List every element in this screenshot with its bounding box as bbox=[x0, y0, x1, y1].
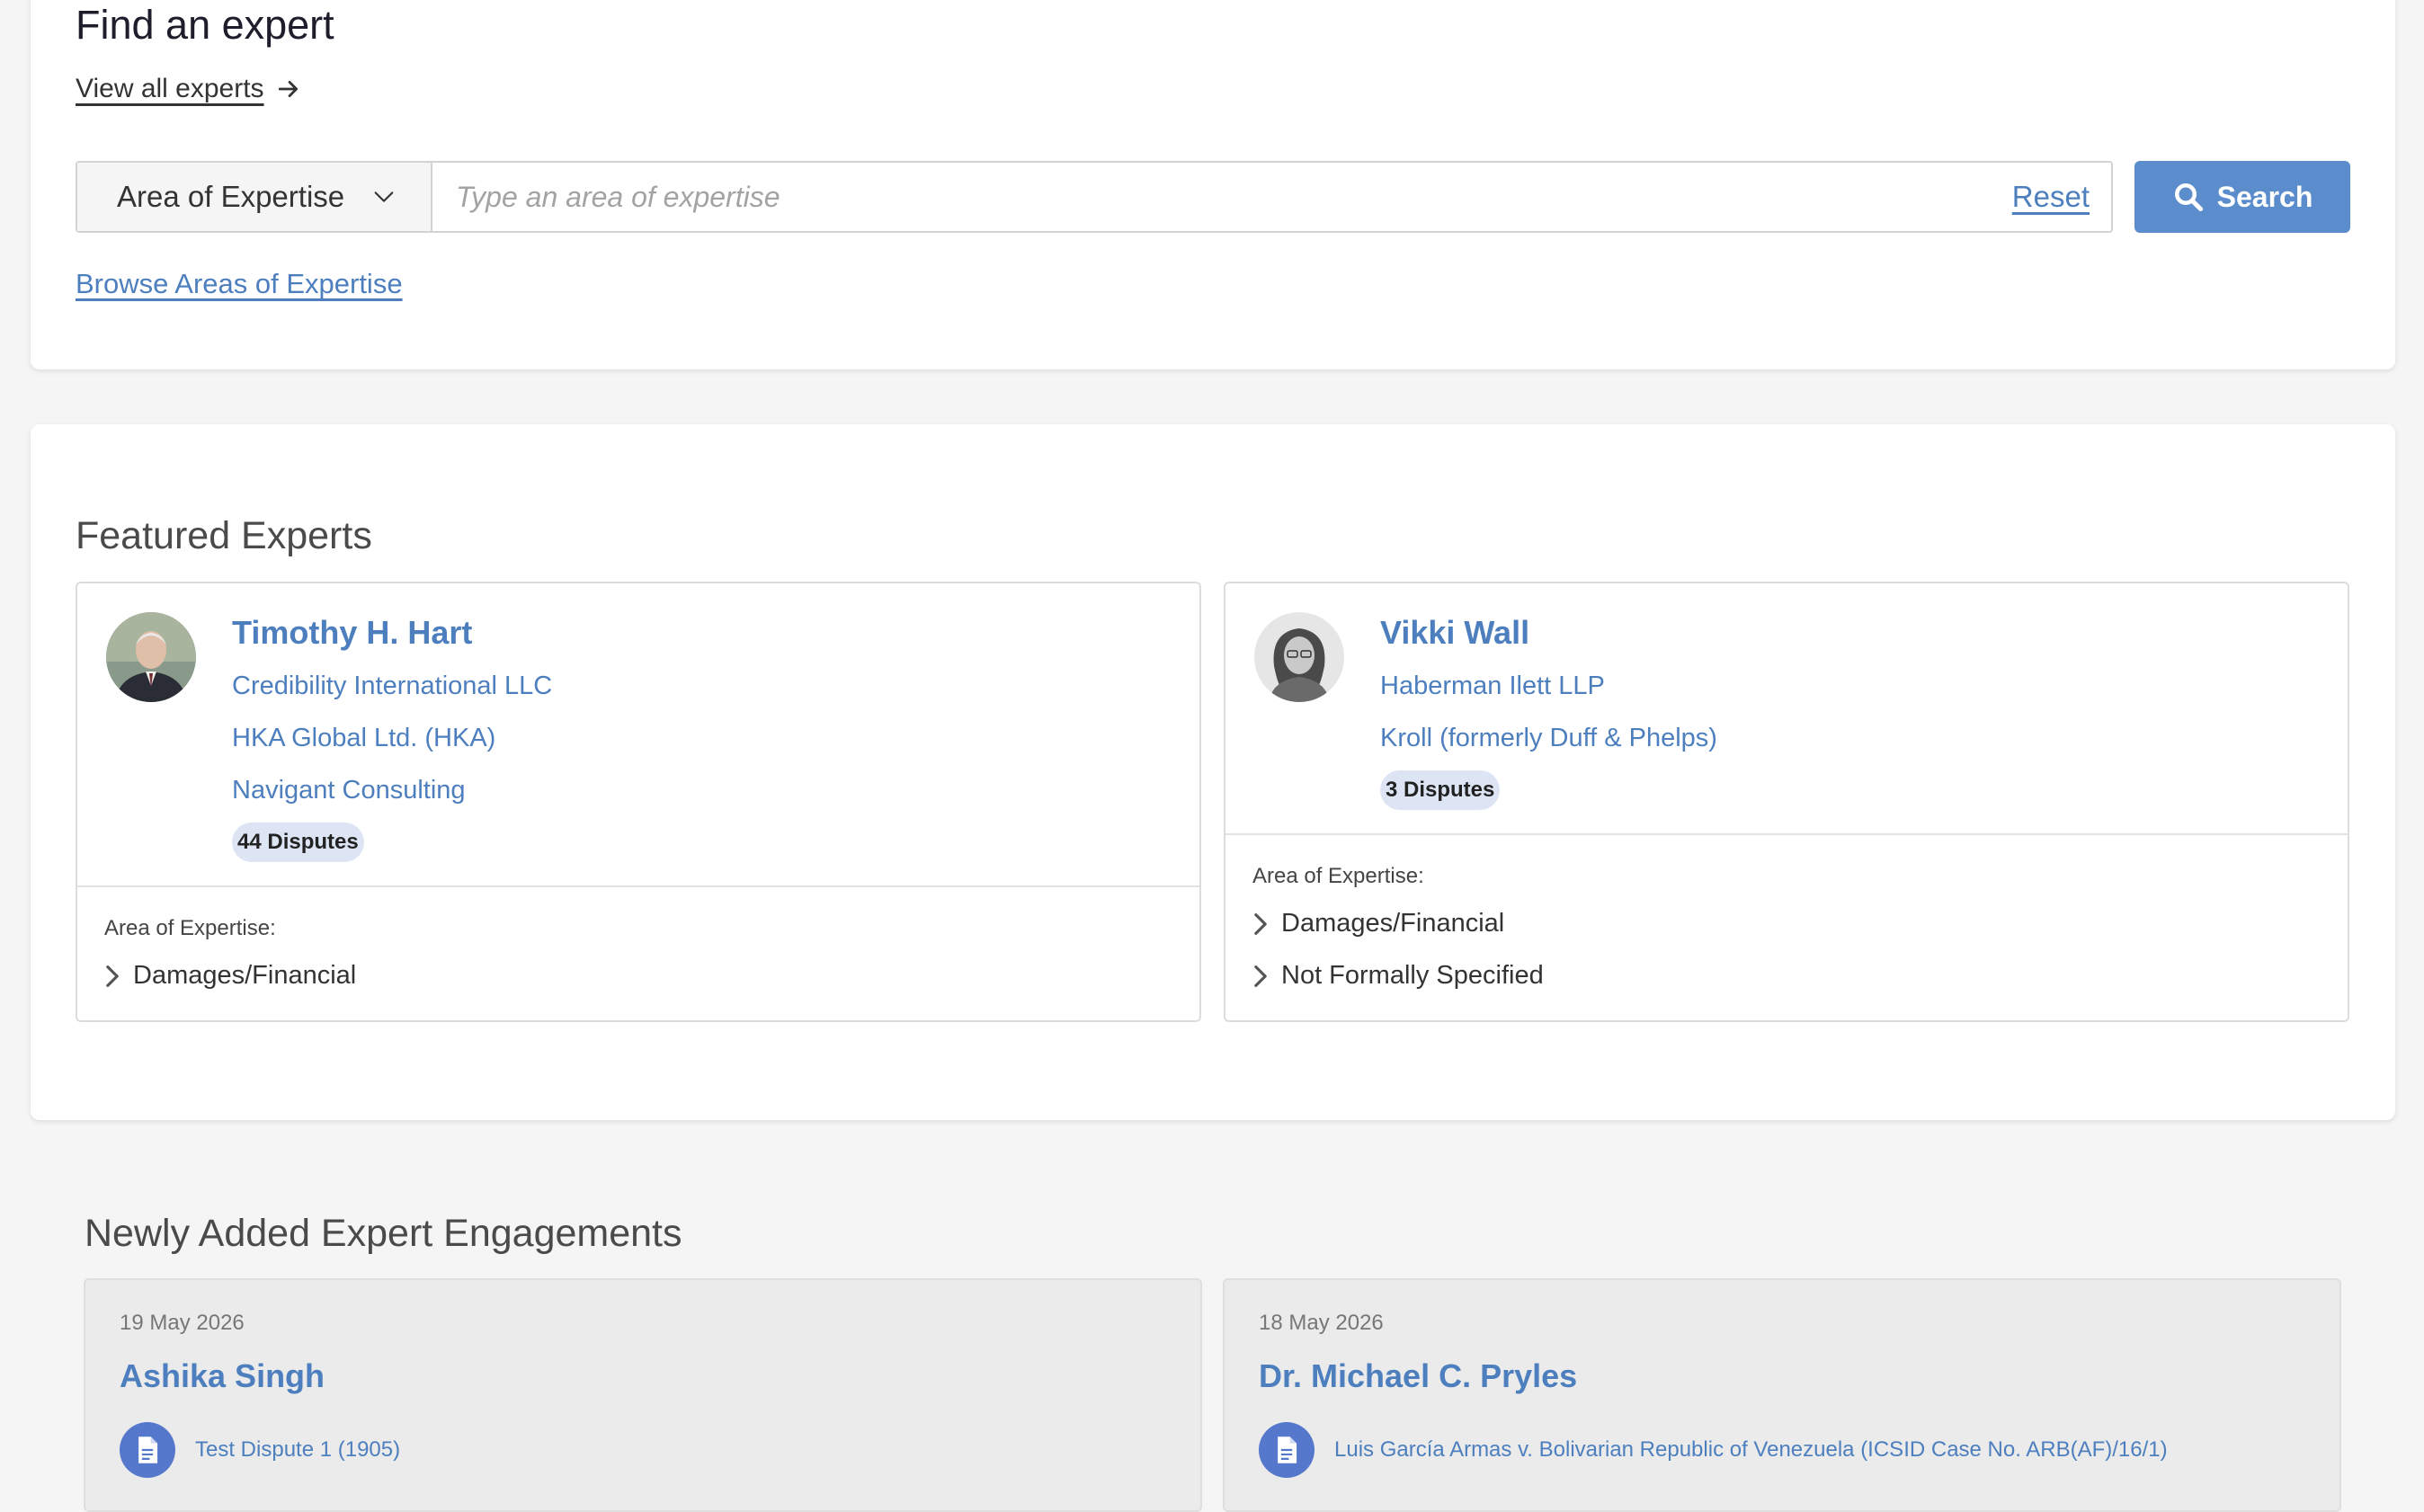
expert-name[interactable]: Timothy H. Hart bbox=[232, 614, 472, 652]
expert-firm[interactable]: Navigant Consulting bbox=[232, 776, 466, 805]
expertise-item[interactable]: Not Formally Specified bbox=[1252, 961, 1544, 991]
expert-name[interactable]: Vikki Wall bbox=[1380, 614, 1529, 652]
expertise-search-input[interactable] bbox=[432, 163, 2012, 231]
avatar[interactable] bbox=[1254, 612, 1344, 702]
area-of-expertise-label: Area of Expertise: bbox=[1252, 864, 1424, 888]
document-icon bbox=[120, 1422, 175, 1478]
expertise-item[interactable]: Damages/Financial bbox=[104, 961, 356, 991]
featured-experts-title: Featured Experts bbox=[76, 514, 372, 557]
engagement-dispute-link[interactable]: Test Dispute 1 (1905) bbox=[195, 1437, 400, 1463]
engagement-expert-name[interactable]: Dr. Michael C. Pryles bbox=[1259, 1357, 1577, 1395]
chevron-right-icon bbox=[1254, 965, 1267, 987]
engagements-title: Newly Added Expert Engagements bbox=[85, 1212, 682, 1255]
search-button[interactable]: Search bbox=[2134, 161, 2350, 233]
view-all-experts-label: View all experts bbox=[76, 74, 264, 103]
browse-areas-link[interactable]: Browse Areas of Expertise bbox=[76, 268, 403, 300]
expertise-item-label: Damages/Financial bbox=[133, 961, 357, 990]
find-expert-title: Find an expert bbox=[76, 2, 334, 48]
expert-firm[interactable]: HKA Global Ltd. (HKA) bbox=[232, 724, 495, 753]
engagement-expert-name[interactable]: Ashika Singh bbox=[120, 1357, 325, 1395]
chevron-right-icon bbox=[106, 965, 119, 987]
disputes-count-badge: 3 Disputes bbox=[1380, 770, 1501, 810]
engagement-date: 18 May 2026 bbox=[1259, 1311, 1384, 1335]
search-button-label: Search bbox=[2216, 180, 2313, 213]
expert-firm[interactable]: Credibility International LLC bbox=[232, 672, 552, 701]
engagement-date: 19 May 2026 bbox=[120, 1311, 245, 1335]
search-icon bbox=[2174, 183, 2203, 212]
expert-firm[interactable]: Kroll (formerly Duff & Phelps) bbox=[1380, 724, 1717, 753]
chevron-right-icon bbox=[1254, 912, 1267, 935]
avatar[interactable] bbox=[106, 612, 196, 702]
expert-card: Vikki Wall Haberman Ilett LLP Kroll (for… bbox=[1224, 582, 2349, 1022]
expert-card-header: Timothy H. Hart Credibility Internationa… bbox=[77, 583, 1199, 887]
reset-link[interactable]: Reset bbox=[2012, 180, 2090, 214]
document-icon bbox=[1259, 1422, 1314, 1478]
expert-firm[interactable]: Haberman Ilett LLP bbox=[1380, 672, 1605, 701]
expertise-item-label: Not Formally Specified bbox=[1281, 961, 1544, 990]
engagement-dispute-link[interactable]: Luis García Armas v. Bolivarian Republic… bbox=[1334, 1437, 2168, 1463]
expertise-item[interactable]: Damages/Financial bbox=[1252, 909, 1504, 938]
engagement-card: 19 May 2026 Ashika Singh Test Dispute 1 … bbox=[84, 1278, 1202, 1512]
expert-card: Timothy H. Hart Credibility Internationa… bbox=[76, 582, 1201, 1022]
expert-card-header: Vikki Wall Haberman Ilett LLP Kroll (for… bbox=[1225, 583, 2348, 835]
disputes-count-badge: 44 Disputes bbox=[232, 823, 364, 862]
expertise-item-label: Damages/Financial bbox=[1281, 909, 1505, 938]
expert-search-bar: Area of Expertise Reset bbox=[76, 161, 2113, 233]
area-of-expertise-label: Area of Expertise: bbox=[104, 916, 276, 940]
area-of-expertise-dropdown[interactable]: Area of Expertise bbox=[77, 163, 432, 231]
engagement-card: 18 May 2026 Dr. Michael C. Pryles Luis G… bbox=[1223, 1278, 2341, 1512]
area-of-expertise-dropdown-label: Area of Expertise bbox=[117, 180, 345, 213]
view-all-experts-link[interactable]: View all experts bbox=[76, 74, 300, 104]
arrow-right-icon bbox=[278, 81, 298, 97]
chevron-down-icon bbox=[374, 191, 394, 202]
